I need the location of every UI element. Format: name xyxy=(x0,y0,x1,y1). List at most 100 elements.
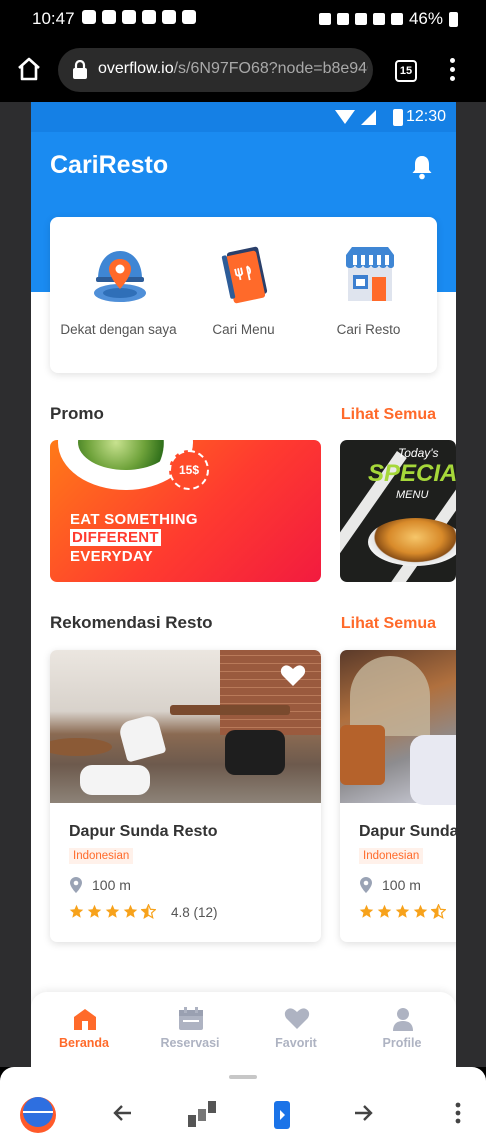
promo-line-2: DIFFERENT xyxy=(70,529,161,546)
star-rating xyxy=(69,904,156,919)
url-bar[interactable]: overflow.io/s/6N97FO68?node=b8e940 xyxy=(58,48,373,92)
browser-bottom-toolbar xyxy=(0,1067,486,1145)
nav-item-reservasi[interactable]: Reservasi xyxy=(137,992,243,1067)
nav-label: Profile xyxy=(382,1036,422,1050)
bottom-navigation: Beranda Reservasi Favorit Profile xyxy=(31,992,456,1067)
system-status-bar: 10:47 46% xyxy=(0,0,486,38)
promo2-line-3: MENU xyxy=(396,489,429,501)
drag-handle[interactable] xyxy=(229,1075,257,1079)
resto-card[interactable]: Dapur Sunda Resto Indonesian 100 m 4.8 (… xyxy=(50,650,321,942)
nav-label: Reservasi xyxy=(160,1036,220,1050)
battery-icon xyxy=(393,109,403,126)
resto-distance: 100 m xyxy=(382,877,421,893)
url-host: overflow.io xyxy=(98,60,174,77)
home-icon xyxy=(74,1009,96,1030)
resto-rating-text: 4.8 (12) xyxy=(171,905,218,920)
quick-actions-card: Dekat dengan saya Cari Menu Cari Resto xyxy=(50,217,437,373)
url-path: /s/6N97FO68?node=b8e940 xyxy=(173,60,368,77)
quick-action-search-menu[interactable]: Cari Menu xyxy=(181,217,306,373)
store-icon xyxy=(346,247,394,301)
home-icon[interactable] xyxy=(16,56,42,82)
location-pin-icon xyxy=(360,877,372,893)
quick-action-nearby[interactable]: Dekat dengan saya xyxy=(56,217,181,373)
play-store-icon[interactable] xyxy=(267,1097,297,1133)
menu-book-icon xyxy=(221,246,268,304)
resto-card[interactable]: Dapur Sunda Resto Indonesian 100 m xyxy=(340,650,456,942)
star-icon xyxy=(395,904,410,918)
nav-item-beranda[interactable]: Beranda xyxy=(31,992,137,1067)
bluetooth-icon xyxy=(336,13,349,25)
promo2-line-1: Today's xyxy=(398,446,439,460)
nav-label: Beranda xyxy=(58,1036,110,1050)
browser-toolbar: overflow.io/s/6N97FO68?node=b8e940 15 xyxy=(0,38,486,102)
favorite-heart-icon[interactable] xyxy=(280,664,306,688)
back-arrow-icon[interactable] xyxy=(103,1097,143,1129)
recommend-section-title: Rekomendasi Resto xyxy=(50,613,213,632)
star-icon xyxy=(123,904,138,918)
quick-action-label: Cari Resto xyxy=(336,322,401,337)
instagram-icon xyxy=(142,10,156,24)
battery-icon xyxy=(449,11,458,27)
location-map-icon xyxy=(94,251,146,302)
signal-icon xyxy=(361,110,376,125)
app-overflow-icon[interactable] xyxy=(184,1097,220,1133)
star-icon xyxy=(377,904,392,918)
burger-image xyxy=(368,518,456,566)
bell-icon[interactable] xyxy=(410,154,434,180)
star-icon xyxy=(359,904,374,918)
system-indicators: 46% xyxy=(318,9,458,29)
quick-action-label: Dekat dengan saya xyxy=(60,322,177,337)
heart-icon xyxy=(284,1008,310,1029)
network-icon xyxy=(372,13,385,25)
nav-label: Favorit xyxy=(275,1036,317,1050)
quick-action-label: Cari Menu xyxy=(212,322,275,337)
system-time: 10:47 xyxy=(32,9,75,28)
calendar-icon xyxy=(179,1007,203,1030)
promo-banner-2[interactable]: Today's SPECIAL MENU xyxy=(340,440,456,582)
user-icon xyxy=(393,1008,413,1031)
star-half-icon xyxy=(141,904,156,919)
gallery-icon xyxy=(182,10,196,24)
tab-switcher-button[interactable]: 15 xyxy=(395,60,417,82)
app-title: CariResto xyxy=(50,151,169,179)
message-icon xyxy=(82,10,96,24)
star-icon xyxy=(413,904,428,918)
star-rating xyxy=(359,904,446,919)
mute-icon xyxy=(354,13,367,25)
nav-item-profile[interactable]: Profile xyxy=(349,992,455,1067)
forward-arrow-icon[interactable] xyxy=(343,1097,383,1129)
browser-logo-icon[interactable] xyxy=(18,1095,58,1135)
promo-line-3: EVERYDAY xyxy=(70,548,153,565)
recommend-see-all-link[interactable]: Lihat Semua xyxy=(341,615,436,633)
lock-icon xyxy=(73,60,87,79)
promo-banner-1[interactable]: 15$ EAT SOMETHING DIFFERENT EVERYDAY xyxy=(50,440,321,582)
notification-icons xyxy=(82,10,196,24)
twitter-icon xyxy=(162,10,176,24)
nav-item-favorit[interactable]: Favorit xyxy=(243,992,349,1067)
more-menu-icon[interactable] xyxy=(449,58,457,84)
more-options-icon[interactable] xyxy=(446,1097,470,1129)
promo-line-1: EAT SOMETHING xyxy=(70,511,198,528)
star-half-icon xyxy=(431,904,446,919)
url-text: overflow.io/s/6N97FO68?node=b8e940 xyxy=(98,60,368,78)
promo-section-title: Promo xyxy=(50,404,104,423)
price-badge: 15$ xyxy=(169,450,209,490)
wifi-icon xyxy=(335,110,355,124)
star-icon xyxy=(69,904,84,918)
signal-icon xyxy=(390,13,403,25)
app-status-bar: 12:30 xyxy=(31,102,456,132)
promo-see-all-link[interactable]: Lihat Semua xyxy=(341,406,436,424)
app-status-time: 12:30 xyxy=(405,108,446,125)
instagram-icon xyxy=(122,10,136,24)
resto-distance: 100 m xyxy=(92,877,131,893)
quick-action-search-resto[interactable]: Cari Resto xyxy=(306,217,431,373)
app-screen: 12:30 CariResto Dekat dengan saya Cari M… xyxy=(31,102,456,1067)
battery-percent: 46% xyxy=(408,9,443,28)
star-icon xyxy=(87,904,102,918)
star-icon xyxy=(105,904,120,918)
promo2-line-2: SPECIAL xyxy=(368,460,456,487)
resto-name: Dapur Sunda Resto xyxy=(69,823,218,840)
cuisine-tag: Indonesian xyxy=(69,848,134,864)
cuisine-tag: Indonesian xyxy=(359,848,424,864)
youtube-icon xyxy=(102,10,116,24)
